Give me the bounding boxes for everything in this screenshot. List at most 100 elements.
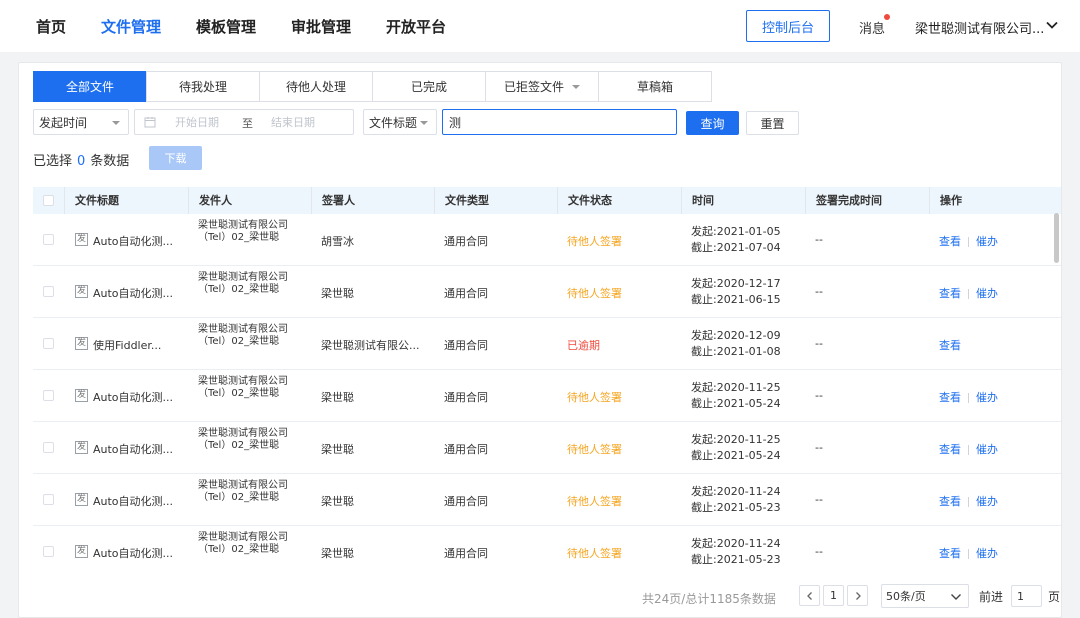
select-all-checkbox[interactable] bbox=[43, 195, 54, 206]
sender-name: 梁世聪测试有限公司（Tel）02_梁世聪 bbox=[198, 220, 288, 243]
urge-link[interactable]: 催办 bbox=[976, 235, 998, 248]
file-type: 通用合同 bbox=[444, 547, 488, 560]
tab-label: 已拒签文件 bbox=[503, 80, 564, 94]
prev-page-button[interactable] bbox=[799, 585, 820, 606]
completion-time: -- bbox=[815, 337, 823, 350]
reset-button[interactable]: 重置 bbox=[746, 111, 799, 135]
tab-pending-others[interactable]: 待他人处理 bbox=[259, 71, 373, 102]
search-field-select[interactable]: 文件标题 bbox=[363, 109, 437, 135]
status-badge: 待他人签署 bbox=[567, 443, 622, 456]
row-checkbox[interactable] bbox=[43, 234, 54, 245]
table-row: 发 Auto自动化测... 梁世聪测试有限公司（Tel）02_梁世聪 梁世聪 通用合同 待… bbox=[33, 422, 1061, 474]
urge-link[interactable]: 催办 bbox=[976, 287, 998, 300]
row-actions: 查看 催办 bbox=[939, 233, 998, 249]
company-switcher[interactable]: 梁世聪测试有限公司... bbox=[915, 18, 1045, 37]
goto-label: 前进 bbox=[979, 590, 1004, 604]
time-field-select[interactable]: 发起时间 bbox=[33, 109, 129, 135]
status-badge: 待他人签署 bbox=[567, 287, 622, 300]
table-scrollbar[interactable] bbox=[1054, 213, 1059, 263]
page-number-current[interactable]: 1 bbox=[823, 585, 844, 606]
query-button[interactable]: 查询 bbox=[686, 111, 739, 135]
completion-time: -- bbox=[815, 545, 823, 558]
time-range: 发起:2020-11-24 截止:2021-05-23 bbox=[691, 536, 781, 568]
action-separator bbox=[968, 237, 969, 247]
view-link[interactable]: 查看 bbox=[939, 495, 961, 508]
chevron-down-icon bbox=[951, 594, 961, 600]
start-time: 发起:2020-12-09 bbox=[691, 329, 781, 342]
row-checkbox[interactable] bbox=[43, 286, 54, 297]
table-row: 发 Auto自动化测... 梁世聪测试有限公司（Tel）02_梁世聪 梁世聪 通用合同 待… bbox=[33, 526, 1061, 575]
tab-label: 待他人处理 bbox=[285, 80, 346, 94]
signer-name: 梁世聪 bbox=[321, 391, 354, 404]
tab-completed[interactable]: 已完成 bbox=[372, 71, 486, 102]
action-separator bbox=[968, 289, 969, 299]
urge-link[interactable]: 催办 bbox=[976, 443, 998, 456]
table-row: 发 Auto自动化测... 梁世聪测试有限公司（Tel）02_梁世聪 梁世聪 通用合同 待… bbox=[33, 266, 1061, 318]
file-type: 通用合同 bbox=[444, 391, 488, 404]
view-link[interactable]: 查看 bbox=[939, 547, 961, 560]
file-title[interactable]: 使用Fiddler... bbox=[93, 337, 201, 353]
start-date-input[interactable] bbox=[175, 114, 235, 130]
file-title[interactable]: Auto自动化测... bbox=[93, 389, 201, 405]
search-field-value: 文件标题 bbox=[369, 115, 418, 130]
file-title[interactable]: Auto自动化测... bbox=[93, 441, 201, 457]
row-actions: 查看 催办 bbox=[939, 441, 998, 457]
row-checkbox[interactable] bbox=[43, 442, 54, 453]
table-row: 发使用Fiddler... 梁世聪测试有限公司（Tel）02_梁世聪 梁世聪测试有限… bbox=[33, 318, 1061, 370]
column-header-type: 文件类型 bbox=[434, 187, 557, 214]
table-row: 发 Auto自动化测... 梁世聪测试有限公司（Tel）02_梁世聪 梁世聪 通用合同 待… bbox=[33, 370, 1061, 422]
file-title[interactable]: Auto自动化测... bbox=[93, 493, 201, 509]
row-actions: 查看 bbox=[939, 337, 961, 353]
download-button[interactable]: 下载 bbox=[149, 146, 202, 170]
view-link[interactable]: 查看 bbox=[939, 235, 961, 248]
sender-name: 梁世聪测试有限公司（Tel）02_梁世聪 bbox=[198, 480, 288, 503]
selection-info: 已选择 0 条数据 bbox=[33, 150, 129, 169]
row-checkbox[interactable] bbox=[43, 494, 54, 505]
next-page-button[interactable] bbox=[847, 585, 868, 606]
view-link[interactable]: 查看 bbox=[939, 391, 961, 404]
file-title[interactable]: Auto自动化测... bbox=[93, 233, 201, 249]
tab-label: 全部文件 bbox=[65, 80, 114, 94]
urge-link[interactable]: 催办 bbox=[976, 547, 998, 560]
column-header-sender: 发件人 bbox=[188, 187, 311, 214]
sender-name: 梁世聪测试有限公司（Tel）02_梁世聪 bbox=[198, 324, 288, 347]
search-input[interactable] bbox=[442, 109, 677, 135]
row-checkbox[interactable] bbox=[43, 546, 54, 557]
file-type: 通用合同 bbox=[444, 495, 488, 508]
nav-item-template-management[interactable]: 模板管理 bbox=[196, 16, 256, 37]
goto-page-input[interactable] bbox=[1011, 585, 1042, 607]
nav-item-file-management[interactable]: 文件管理 bbox=[101, 16, 161, 37]
row-checkbox[interactable] bbox=[43, 390, 54, 401]
view-link[interactable]: 查看 bbox=[939, 287, 961, 300]
date-range-picker[interactable]: 至 bbox=[134, 109, 354, 135]
column-header-title: 文件标题 bbox=[64, 187, 188, 214]
file-title[interactable]: Auto自动化测... bbox=[93, 545, 201, 561]
selection-suffix: 条数据 bbox=[90, 154, 130, 169]
page-size-select[interactable]: 50条/页 bbox=[881, 584, 969, 608]
tab-all-files[interactable]: 全部文件 bbox=[33, 71, 147, 102]
tab-drafts[interactable]: 草稿箱 bbox=[598, 71, 712, 102]
file-title[interactable]: Auto自动化测... bbox=[93, 285, 201, 301]
file-tag-icon: 发 bbox=[75, 389, 88, 402]
end-time: 截止:2021-05-24 bbox=[691, 449, 781, 462]
signer-name: 胡雪冰 bbox=[321, 235, 354, 248]
completion-time: -- bbox=[815, 441, 823, 454]
row-checkbox[interactable] bbox=[43, 338, 54, 349]
end-date-input[interactable] bbox=[271, 114, 341, 130]
nav-item-open-platform[interactable]: 开放平台 bbox=[386, 16, 446, 37]
nav-item-approval-management[interactable]: 审批管理 bbox=[291, 16, 351, 37]
tab-rejected[interactable]: 已拒签文件 bbox=[485, 71, 599, 102]
view-link[interactable]: 查看 bbox=[939, 339, 961, 352]
console-button[interactable]: 控制后台 bbox=[746, 10, 830, 42]
messages-link[interactable]: 消息 bbox=[859, 18, 885, 37]
column-header-completion-time: 签署完成时间 bbox=[805, 187, 929, 214]
view-link[interactable]: 查看 bbox=[939, 443, 961, 456]
chevron-down-icon[interactable] bbox=[1045, 18, 1059, 32]
page-size-value: 50条/页 bbox=[886, 590, 926, 603]
column-header-time: 时间 bbox=[681, 187, 805, 214]
nav-item-home[interactable]: 首页 bbox=[36, 16, 66, 37]
time-range: 发起:2020-11-25 截止:2021-05-24 bbox=[691, 380, 781, 412]
urge-link[interactable]: 催办 bbox=[976, 391, 998, 404]
tab-pending-me[interactable]: 待我处理 bbox=[146, 71, 260, 102]
urge-link[interactable]: 催办 bbox=[976, 495, 998, 508]
